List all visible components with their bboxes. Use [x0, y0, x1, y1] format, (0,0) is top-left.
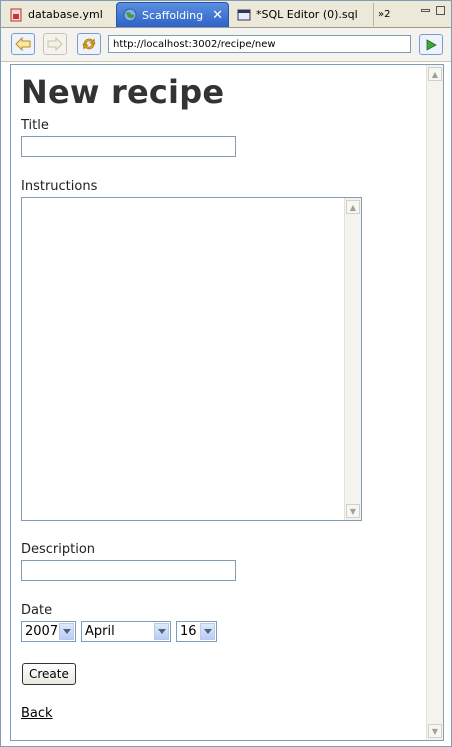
- yml-file-icon: [10, 8, 22, 21]
- scroll-down-icon[interactable]: ▼: [346, 504, 360, 518]
- page-content: New recipe Title Instructions ▲ ▼ Descri…: [10, 64, 444, 741]
- scroll-down-icon[interactable]: ▼: [428, 724, 442, 738]
- textarea-scrollbar[interactable]: ▲ ▼: [344, 198, 361, 520]
- minimize-icon[interactable]: [421, 9, 430, 12]
- scroll-up-icon[interactable]: ▲: [428, 67, 442, 81]
- date-label: Date: [21, 603, 53, 618]
- tab-label: database.yml: [28, 8, 103, 21]
- scroll-up-icon[interactable]: ▲: [346, 200, 360, 214]
- refresh-button[interactable]: [77, 33, 101, 55]
- instructions-label: Instructions: [21, 179, 98, 194]
- tab-scaffolding[interactable]: Scaffolding ✕: [116, 2, 229, 27]
- back-nav-button[interactable]: [11, 33, 35, 55]
- arrow-left-icon: [15, 37, 31, 51]
- url-input[interactable]: [108, 35, 411, 53]
- browser-window: database.yml Scaffolding ✕ *SQL Editor (…: [0, 0, 452, 747]
- page-title: New recipe: [21, 73, 225, 111]
- play-icon: [426, 38, 437, 51]
- description-input[interactable]: [21, 560, 236, 581]
- tab-label: *SQL Editor (0).sql: [256, 8, 358, 21]
- maximize-icon[interactable]: [436, 6, 445, 15]
- tab-bar: database.yml Scaffolding ✕ *SQL Editor (…: [1, 1, 451, 28]
- tab-sql-editor[interactable]: *SQL Editor (0).sql: [233, 3, 371, 26]
- page-scrollbar[interactable]: ▲ ▼: [426, 65, 443, 740]
- tab-overflow-button[interactable]: »2: [373, 3, 401, 26]
- go-button[interactable]: [419, 34, 443, 55]
- month-select[interactable]: April: [81, 621, 171, 642]
- chevron-down-icon: [154, 623, 169, 640]
- arrow-right-icon: [47, 37, 63, 51]
- close-tab-icon[interactable]: ✕: [212, 8, 223, 23]
- day-value: 16: [180, 624, 197, 639]
- title-input[interactable]: [21, 136, 236, 157]
- title-label: Title: [21, 118, 49, 133]
- back-link[interactable]: Back: [21, 706, 53, 721]
- year-value: 2007: [25, 624, 59, 639]
- year-select[interactable]: 2007: [21, 621, 76, 642]
- sql-file-icon: [237, 9, 251, 20]
- globe-icon: [123, 8, 137, 22]
- refresh-icon: [82, 38, 96, 50]
- month-value: April: [85, 624, 115, 639]
- description-label: Description: [21, 542, 96, 557]
- day-select[interactable]: 16: [176, 621, 217, 642]
- tab-overflow-label: »2: [378, 9, 391, 20]
- tab-database-yml[interactable]: database.yml: [3, 3, 115, 26]
- forward-nav-button[interactable]: [43, 33, 67, 55]
- create-button[interactable]: Create: [22, 663, 76, 685]
- chevron-down-icon: [59, 623, 74, 640]
- tab-label: Scaffolding: [142, 8, 204, 22]
- instructions-textarea[interactable]: ▲ ▼: [21, 197, 362, 521]
- browser-toolbar: [1, 28, 451, 62]
- view-controls: [421, 6, 445, 15]
- chevron-down-icon: [200, 623, 215, 640]
